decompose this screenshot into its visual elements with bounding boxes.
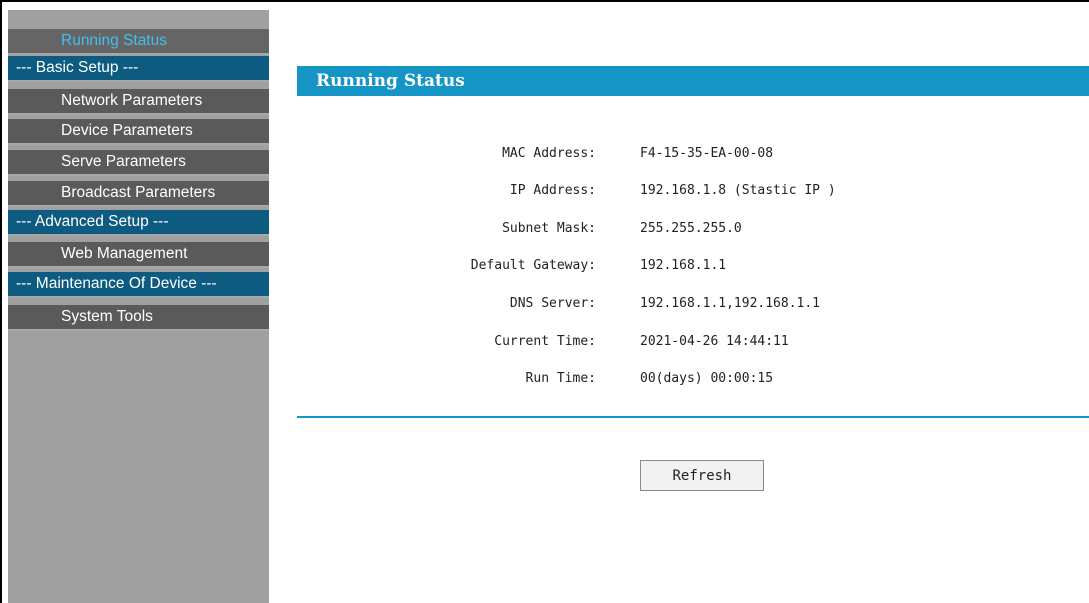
sidebar-group-basic-setup: --- Basic Setup --- bbox=[8, 56, 269, 82]
sidebar-item-running-status[interactable]: Running Status bbox=[8, 29, 269, 55]
field-label: MAC Address: bbox=[502, 146, 596, 161]
field-value: 255.255.255.0 bbox=[640, 221, 742, 236]
field-label: Subnet Mask: bbox=[502, 221, 596, 236]
sidebar-item-label: Network Parameters bbox=[61, 92, 203, 109]
sidebar-item-device-parameters[interactable]: Device Parameters bbox=[8, 119, 269, 145]
sidebar-item-label: System Tools bbox=[61, 308, 153, 325]
field-row-current-time: Current Time: 2021-04-26 14:44:11 bbox=[270, 334, 1070, 354]
sidebar-item-label: Broadcast Parameters bbox=[61, 184, 216, 201]
field-row-mac: MAC Address: F4-15-35-EA-00-08 bbox=[270, 146, 1070, 166]
field-row-dns: DNS Server: 192.168.1.1,192.168.1.1 bbox=[270, 296, 1070, 316]
field-row-ip: IP Address: 192.168.1.8 (Stastic IP ) bbox=[270, 183, 1070, 203]
field-value: 2021-04-26 14:44:11 bbox=[640, 334, 789, 349]
sidebar-item-broadcast-parameters[interactable]: Broadcast Parameters bbox=[8, 181, 269, 207]
field-value: F4-15-35-EA-00-08 bbox=[640, 146, 774, 161]
field-label: Current Time: bbox=[494, 334, 596, 349]
sidebar-item-web-management[interactable]: Web Management bbox=[8, 242, 269, 268]
sidebar-nav: Running Status --- Basic Setup --- Netwo… bbox=[8, 10, 269, 603]
sidebar-group-label: --- Advanced Setup --- bbox=[16, 213, 169, 230]
field-value: 192.168.1.1 bbox=[640, 258, 727, 273]
field-row-subnet: Subnet Mask: 255.255.255.0 bbox=[270, 221, 1070, 241]
field-row-gateway: Default Gateway: 192.168.1.1 bbox=[270, 258, 1070, 278]
field-label: Default Gateway: bbox=[470, 258, 596, 273]
sidebar-item-label: Running Status bbox=[61, 32, 167, 49]
sidebar-item-network-parameters[interactable]: Network Parameters bbox=[8, 89, 269, 115]
field-row-run-time: Run Time: 00(days) 00:00:15 bbox=[270, 371, 1070, 391]
field-value: 00(days) 00:00:15 bbox=[640, 371, 774, 386]
field-label: Run Time: bbox=[525, 371, 596, 386]
field-label: DNS Server: bbox=[509, 296, 596, 311]
sidebar-group-maintenance: --- Maintenance Of Device --- bbox=[8, 272, 269, 298]
field-value: 192.168.1.8 (Stastic IP ) bbox=[640, 183, 836, 198]
sidebar-item-label: Serve Parameters bbox=[61, 153, 186, 170]
field-label: IP Address: bbox=[509, 183, 596, 198]
page-title: Running Status bbox=[316, 71, 465, 91]
refresh-button[interactable]: Refresh bbox=[640, 460, 764, 491]
sidebar-group-label: --- Maintenance Of Device --- bbox=[16, 275, 217, 292]
field-value: 192.168.1.1,192.168.1.1 bbox=[640, 296, 821, 311]
sidebar-item-label: Device Parameters bbox=[61, 122, 193, 139]
sidebar-item-label: Web Management bbox=[61, 245, 188, 262]
sidebar-group-label: --- Basic Setup --- bbox=[16, 59, 139, 76]
sidebar-group-advanced-setup: --- Advanced Setup --- bbox=[8, 210, 269, 236]
page-title-bar: Running Status bbox=[297, 66, 1089, 96]
section-divider bbox=[297, 416, 1089, 418]
sidebar-item-serve-parameters[interactable]: Serve Parameters bbox=[8, 150, 269, 176]
sidebar-item-system-tools[interactable]: System Tools bbox=[8, 305, 269, 331]
main-content: Running Status MAC Address: F4-15-35-EA-… bbox=[270, 10, 1089, 603]
